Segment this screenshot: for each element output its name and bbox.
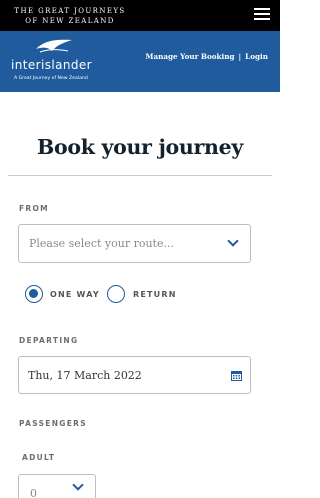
one-way-radio[interactable]	[25, 285, 43, 303]
adult-label: ADULT	[22, 453, 56, 462]
return-label[interactable]: RETURN	[133, 290, 177, 299]
departing-date-field[interactable]: Thu, 17 March 2022	[18, 356, 251, 394]
logo-tagline: A Great Journey of New Zealand	[14, 76, 88, 81]
header-links: Manage Your Booking | Login	[145, 52, 268, 61]
one-way-label[interactable]: ONE WAY	[50, 290, 100, 299]
menu-icon[interactable]	[254, 8, 270, 20]
login-link[interactable]: Login	[245, 52, 268, 61]
chevron-down-icon	[72, 479, 84, 491]
manage-booking-link[interactable]: Manage Your Booking	[145, 52, 234, 61]
departing-date-value: Thu, 17 March 2022	[28, 369, 142, 382]
route-select[interactable]: Please select your route...	[18, 224, 251, 263]
page-title: Book your journey	[37, 135, 243, 159]
link-separator: |	[238, 52, 242, 61]
calendar-icon[interactable]	[231, 370, 242, 381]
departing-label: DEPARTING	[19, 336, 79, 345]
top-brand-bar: THE GREAT JOURNEYS OF NEW ZEALAND	[0, 0, 280, 31]
logo-bird-icon	[36, 39, 72, 53]
adult-quantity-select[interactable]: 0	[18, 474, 96, 498]
title-divider	[8, 175, 272, 176]
site-header: interislander A Great Journey of New Zea…	[0, 31, 280, 92]
return-radio[interactable]	[107, 285, 125, 303]
chevron-down-icon	[227, 235, 239, 247]
brand-line-1: THE GREAT JOURNEYS	[14, 7, 126, 15]
logo-text[interactable]: interislander	[11, 58, 92, 72]
from-label: FROM	[19, 204, 49, 213]
route-placeholder: Please select your route...	[29, 237, 174, 250]
passengers-label: PASSENGERS	[19, 419, 87, 428]
brand-line-2: OF NEW ZEALAND	[25, 17, 115, 25]
adult-quantity-value: 0	[30, 487, 37, 498]
